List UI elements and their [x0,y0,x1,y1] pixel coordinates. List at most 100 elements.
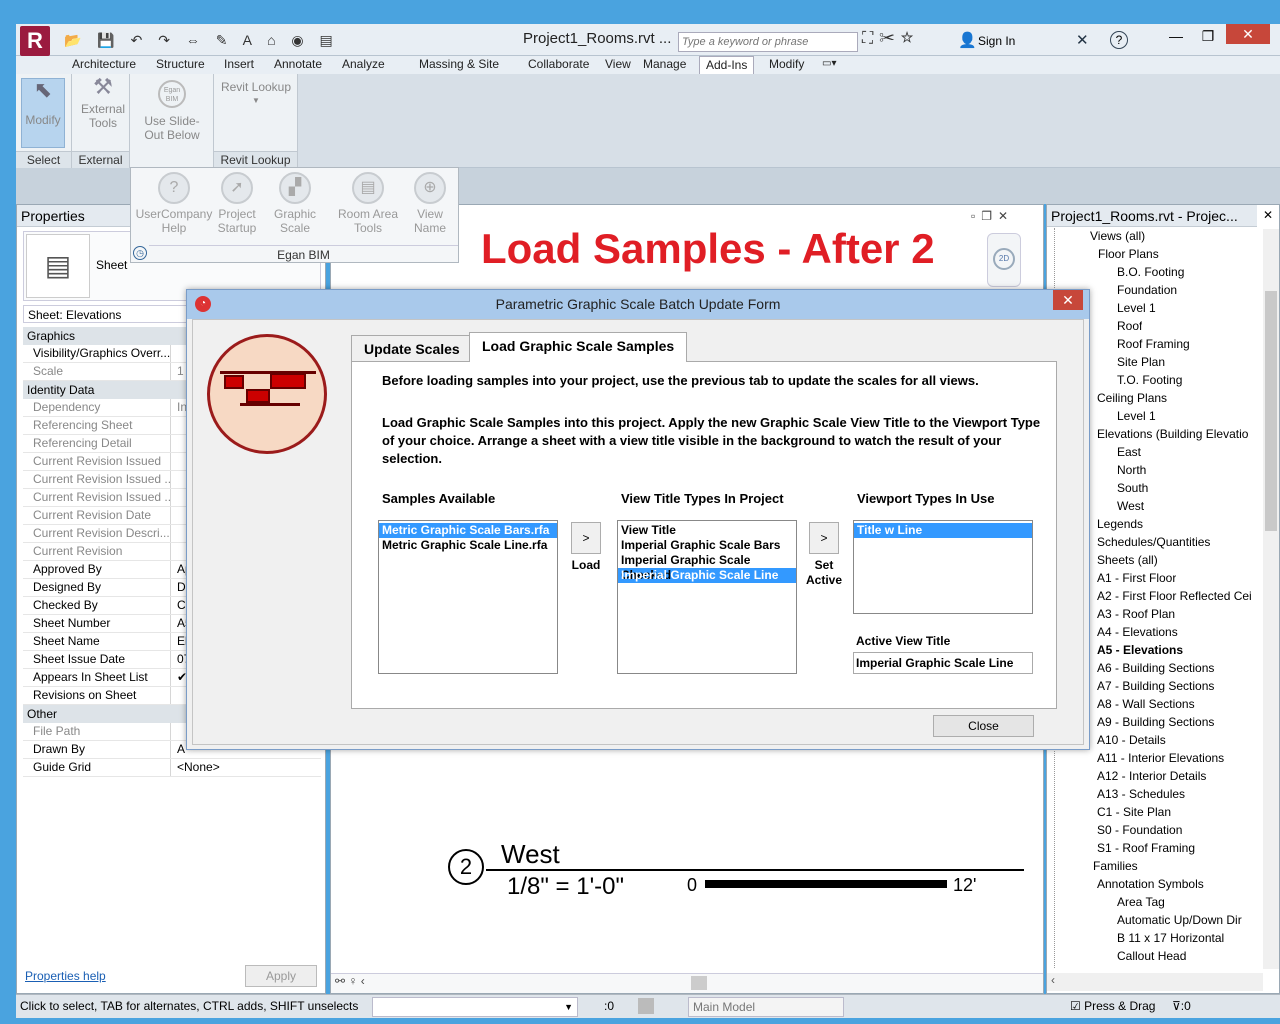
design-options-icon[interactable] [638,998,654,1014]
browser-item[interactable]: Elevations (Building Elevatio [1097,426,1248,442]
list-item[interactable]: Metric Graphic Scale Line.rfa [379,538,557,553]
browser-item[interactable]: A1 - First Floor [1097,570,1176,586]
browser-item[interactable]: T.O. Footing [1117,372,1182,388]
canvas-scrollbar-thumb[interactable] [691,976,707,990]
browser-item[interactable]: Site Plan [1117,354,1165,370]
browser-item[interactable]: B.O. Footing [1117,264,1184,280]
browser-item[interactable]: Area Tag [1117,894,1165,910]
dialog-close-button[interactable]: ✕ [1053,290,1083,310]
ribbon-tab-structure[interactable]: Structure [150,56,211,74]
external-tools-button[interactable]: ⚒ External Tools [78,76,128,131]
browser-item[interactable]: West [1117,498,1144,514]
browser-item[interactable]: Floor Plans [1098,246,1159,262]
browser-item[interactable]: Callout Head [1117,948,1186,964]
ribbon-tab-insert[interactable]: Insert [218,56,260,74]
browser-item[interactable]: Families [1093,858,1138,874]
browser-item[interactable]: A6 - Building Sections [1097,660,1214,676]
press-drag-checkbox[interactable]: ☑ Press & Drag [1070,999,1155,1013]
list-item[interactable]: Metric Graphic Scale Bars.rfa [379,523,557,538]
search-input[interactable] [678,32,858,52]
browser-item[interactable]: A8 - Wall Sections [1097,696,1195,712]
view-window-controls[interactable]: ▫❐✕ [971,209,1014,223]
info-center-icons[interactable]: ⛶✂☆ [862,30,919,48]
property-row[interactable]: Guide Grid <None> [23,759,321,777]
dialog-close-action-button[interactable]: Close [933,715,1034,737]
browser-item[interactable]: A13 - Schedules [1097,786,1185,802]
revit-logo[interactable]: R [20,26,50,56]
ribbon-tab-annotate[interactable]: Annotate [268,56,328,74]
browser-item[interactable]: S1 - Roof Framing [1097,840,1195,856]
browser-item[interactable]: South [1117,480,1148,496]
modify-button[interactable]: ⬉ Modify [21,78,65,148]
browser-item[interactable]: A11 - Interior Elevations [1097,750,1224,766]
tab-update-scales[interactable]: Update Scales [351,335,473,361]
browser-item[interactable]: A3 - Roof Plan [1097,606,1175,622]
browser-item[interactable]: East [1117,444,1141,460]
browser-item[interactable]: Schedules/Quantities [1097,534,1210,550]
properties-help-link[interactable]: Properties help [25,969,106,983]
list-item[interactable]: View Title [618,523,796,538]
browser-item[interactable]: Views (all) [1090,228,1145,244]
sign-in-link[interactable]: Sign In [978,34,1015,48]
revit-lookup-button[interactable]: Revit Lookup ▼ [218,80,294,108]
ribbon-tab-collaborate[interactable]: Collaborate [522,56,595,74]
model-combo[interactable]: Main Model [688,997,844,1017]
browser-item[interactable]: Level 1 [1117,300,1156,316]
browser-item[interactable]: A12 - Interior Details [1097,768,1206,784]
load-arrow-button[interactable]: > [571,522,601,554]
browser-item[interactable]: A10 - Details [1097,732,1166,748]
ribbon-tab-manage[interactable]: Manage [637,56,692,74]
ribbon-tab-view[interactable]: View [599,56,637,74]
list-item[interactable]: Imperial Graphic Scale Checked [618,553,796,582]
samples-list[interactable]: Metric Graphic Scale Bars.rfa Metric Grap… [378,520,558,674]
selection-filter-count[interactable]: ⊽:0 [1172,999,1191,1013]
workset-combo[interactable]: ▼ [372,997,578,1017]
list-item[interactable]: Imperial Graphic Scale Line [618,568,796,583]
use-slide-out-button[interactable]: Egan BIM Use Slide- Out Below [136,80,208,142]
slideout-button-0[interactable]: ? UserCompany Help [135,172,213,235]
browser-item[interactable]: Level 1 [1117,408,1156,424]
browser-item[interactable]: A7 - Building Sections [1097,678,1214,694]
ribbon-tab-modify[interactable]: Modify [763,56,810,74]
ribbon-tab-massing-site[interactable]: Massing & Site [413,56,505,74]
browser-item[interactable]: Roof [1117,318,1142,334]
exchange-icon[interactable]: ✕ [1076,31,1089,49]
browser-close-icon[interactable]: ✕ [1263,208,1273,222]
browser-item[interactable]: A4 - Elevations [1097,624,1178,640]
close-window-button[interactable]: ✕ [1226,24,1270,44]
ribbon-tab-architecture[interactable]: Architecture [66,56,142,74]
view-title-types-list[interactable]: View Title Imperial Graphic Scale Bars Imp… [617,520,797,674]
slideout-button-4[interactable]: ⊕ View Name [403,172,457,235]
slideout-button-1[interactable]: ➚ Project Startup [209,172,265,235]
browser-item[interactable]: B 11 x 17 Horizontal [1117,930,1224,946]
browser-scrollbar[interactable] [1263,229,1279,969]
browser-item[interactable]: Automatic Up/Down Dir [1117,912,1242,928]
restore-button[interactable]: ❐ [1193,28,1223,48]
ribbon-options-icon[interactable]: ▭▾ [816,56,842,74]
list-item[interactable]: Title w Line [854,523,1032,538]
help-icon[interactable]: ? [1110,31,1128,49]
list-item[interactable]: Imperial Graphic Scale Bars [618,538,796,553]
browser-item[interactable]: Annotation Symbols [1097,876,1204,892]
navigation-wheel[interactable]: 2D [987,233,1021,287]
minimize-button[interactable]: — [1161,28,1191,48]
browser-item[interactable]: S0 - Foundation [1097,822,1182,838]
browser-scrollbar-thumb[interactable] [1265,291,1277,531]
tab-load-graphic-scale-samples[interactable]: Load Graphic Scale Samples [469,332,688,362]
user-icon[interactable]: 👤 [958,31,977,49]
browser-item[interactable]: Foundation [1117,282,1177,298]
ribbon-tab-add-ins[interactable]: Add-Ins [699,56,755,74]
apply-button[interactable]: Apply [245,965,317,987]
ribbon-tab-analyze[interactable]: Analyze [336,56,391,74]
browser-hscrollbar[interactable]: ‹ [1047,973,1263,991]
browser-item[interactable]: North [1117,462,1146,478]
browser-item[interactable]: A9 - Building Sections [1097,714,1214,730]
browser-item[interactable]: Roof Framing [1117,336,1190,352]
slideout-pin-icon[interactable]: ◷ [133,246,147,260]
browser-item[interactable]: C1 - Site Plan [1097,804,1171,820]
active-view-title-field[interactable]: Imperial Graphic Scale Line [853,652,1033,674]
browser-item[interactable]: Legends [1097,516,1143,532]
browser-item[interactable]: A5 - Elevations [1097,642,1183,658]
slideout-button-3[interactable]: ▤ Room Area Tools [331,172,405,235]
slideout-button-2[interactable]: ▞ Graphic Scale [265,172,325,235]
